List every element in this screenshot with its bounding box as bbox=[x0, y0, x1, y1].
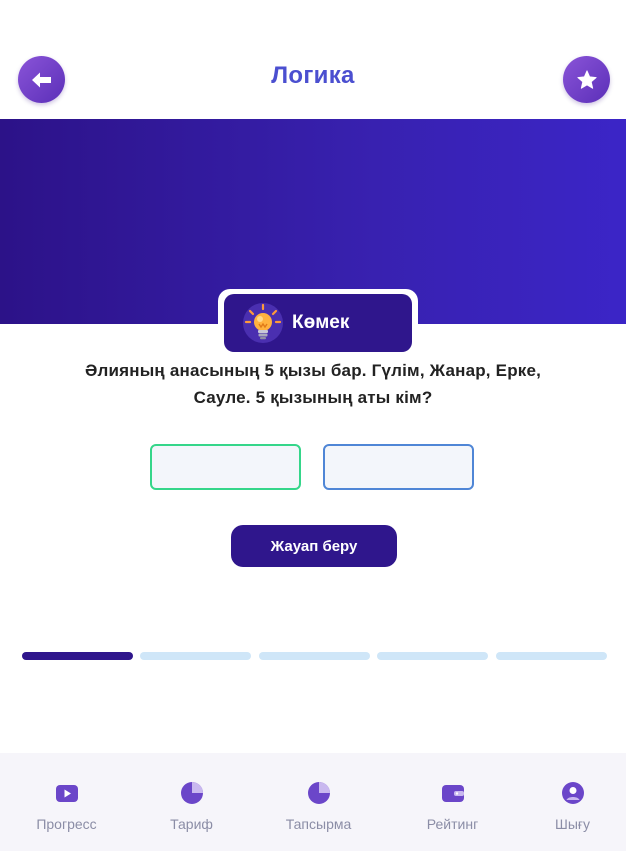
user-icon bbox=[561, 782, 584, 804]
pie-chart-icon bbox=[307, 782, 330, 804]
help-button[interactable]: Көмек bbox=[224, 294, 412, 352]
progress-segment bbox=[377, 652, 488, 660]
wallet-icon bbox=[441, 785, 464, 802]
lightbulb-icon bbox=[243, 303, 283, 343]
nav-item-progress[interactable]: Прогресс bbox=[4, 753, 129, 851]
nav-item-rating[interactable]: Рейтинг bbox=[390, 753, 515, 851]
question-progress bbox=[22, 652, 608, 660]
submit-answer-button[interactable]: Жауап беру bbox=[231, 525, 397, 567]
answer-input-1[interactable] bbox=[150, 444, 301, 490]
nav-item-tariff[interactable]: Тариф bbox=[129, 753, 254, 851]
nav-label: Рейтинг bbox=[426, 816, 479, 832]
nav-label: Тариф bbox=[170, 816, 213, 832]
bottom-navigation: Прогресс Тариф Тапсырма Рейтинг Шығу bbox=[0, 753, 626, 851]
pie-chart-icon bbox=[180, 782, 203, 804]
nav-item-logout[interactable]: Шығу bbox=[510, 753, 626, 851]
help-tab: Көмек bbox=[218, 289, 418, 359]
progress-segment bbox=[140, 652, 251, 660]
play-icon bbox=[55, 785, 78, 802]
star-icon bbox=[576, 69, 597, 89]
question-text: Әлияның анасының 5 қызы бар. Гүлім, Жана… bbox=[84, 361, 542, 407]
nav-label: Шығу bbox=[555, 816, 590, 832]
progress-segment bbox=[22, 652, 133, 660]
page-title: Логика bbox=[271, 62, 355, 89]
nav-label: Прогресс bbox=[36, 816, 97, 832]
app-header: Логика bbox=[0, 0, 626, 119]
progress-segment bbox=[259, 652, 370, 660]
answer-input-2[interactable] bbox=[323, 444, 474, 490]
progress-segment bbox=[496, 652, 607, 660]
help-label: Көмек bbox=[292, 312, 350, 333]
favorite-button[interactable] bbox=[563, 56, 610, 103]
nav-item-tasks[interactable]: Тапсырма bbox=[256, 753, 381, 851]
nav-label: Тапсырма bbox=[285, 816, 352, 832]
